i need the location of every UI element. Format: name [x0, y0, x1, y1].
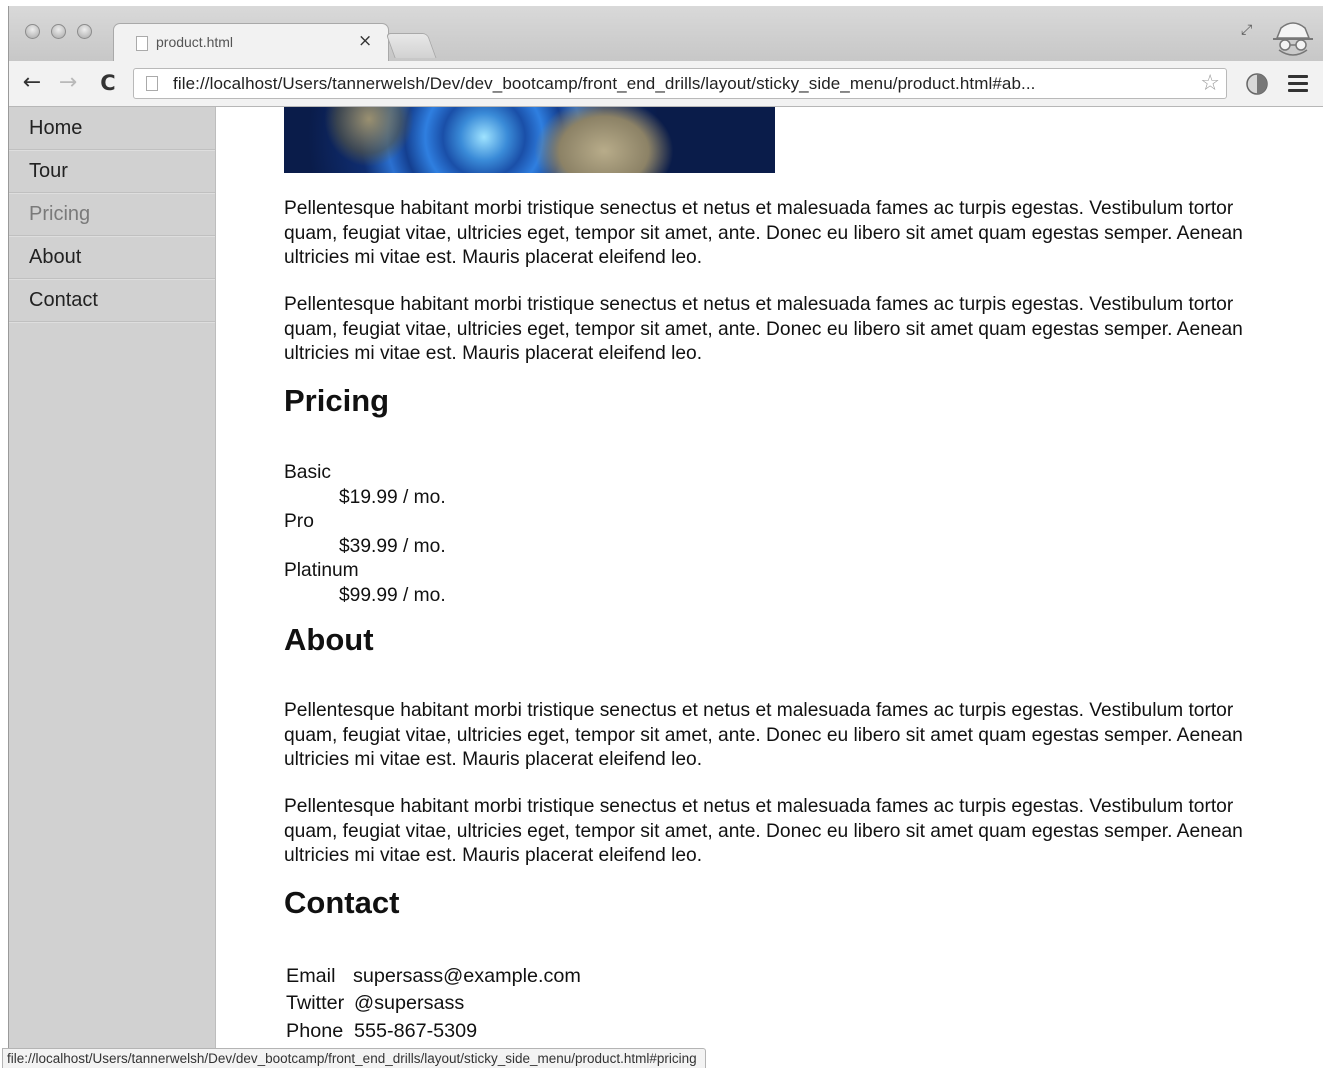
forward-button[interactable]: →	[55, 70, 81, 96]
contact-label-twitter: Twitter	[286, 992, 345, 1014]
browser-toolbar: ← → C file://localhost/Users/tannerwelsh…	[9, 61, 1323, 107]
contact-value-email: supersass@example.com	[353, 965, 581, 987]
incognito-icon	[1273, 22, 1313, 56]
browser-menu-icon[interactable]	[1288, 75, 1308, 92]
about-paragraph: Pellentesque habitant morbi tristique se…	[284, 796, 1243, 866]
sidebar-item-home[interactable]: Home	[9, 107, 215, 150]
plan-name-basic: Basic	[284, 462, 331, 483]
sidebar-item-contact[interactable]: Contact	[9, 279, 215, 322]
fullscreen-icon[interactable]: ⤢	[1241, 22, 1261, 42]
about-paragraph: Pellentesque habitant morbi tristique se…	[284, 700, 1243, 770]
tab-strip: product.html × ⤢	[9, 6, 1323, 62]
product-hero-image	[284, 107, 775, 173]
plan-price-pro: $39.99 / mo.	[339, 536, 446, 557]
bookmark-star-icon[interactable]: ☆	[1200, 71, 1220, 96]
status-bar-link-preview: file://localhost/Users/tannerwelsh/Dev/d…	[2, 1048, 706, 1068]
address-bar[interactable]: file://localhost/Users/tannerwelsh/Dev/d…	[133, 68, 1227, 99]
page-icon	[136, 36, 148, 51]
page-icon	[146, 76, 158, 91]
new-tab-button[interactable]	[385, 33, 437, 58]
contact-heading: Contact	[284, 885, 400, 920]
intro-paragraph: Pellentesque habitant morbi tristique se…	[284, 198, 1243, 268]
contact-value-twitter: @supersass	[354, 992, 465, 1014]
contact-label-email: Email	[286, 965, 336, 987]
zoom-window-button[interactable]	[77, 24, 92, 39]
sidebar-item-about[interactable]: About	[9, 236, 215, 279]
address-bar-url[interactable]: file://localhost/Users/tannerwelsh/Dev/d…	[173, 74, 1036, 94]
plan-price-basic: $19.99 / mo.	[339, 487, 446, 508]
plan-name-pro: Pro	[284, 511, 314, 532]
tab-close-icon[interactable]: ×	[358, 31, 372, 51]
reload-button[interactable]: C	[95, 70, 121, 96]
sidebar-item-pricing[interactable]: Pricing	[9, 193, 215, 236]
contact-label-phone: Phone	[286, 1020, 344, 1042]
sidebar-item-tour[interactable]: Tour	[9, 150, 215, 193]
page-viewport: Home Tour Pricing About Contact Pellente…	[9, 107, 1323, 1067]
extension-icon[interactable]	[1245, 72, 1269, 96]
about-heading: About	[284, 622, 374, 657]
tab-title: product.html	[156, 34, 234, 50]
pricing-heading: Pricing	[284, 383, 390, 418]
sticky-side-menu: Home Tour Pricing About Contact	[9, 107, 216, 1067]
contact-value-phone: 555-867-5309	[354, 1020, 478, 1042]
minimize-window-button[interactable]	[51, 24, 66, 39]
plan-name-platinum: Platinum	[284, 560, 359, 581]
intro-paragraph: Pellentesque habitant morbi tristique se…	[284, 294, 1243, 364]
tab-product[interactable]: product.html ×	[113, 23, 389, 62]
close-window-button[interactable]	[25, 24, 40, 39]
plan-price-platinum: $99.99 / mo.	[339, 585, 446, 606]
browser-window: product.html × ⤢ ← → C file://localhost/…	[8, 6, 1323, 1067]
back-button[interactable]: ←	[19, 70, 45, 96]
